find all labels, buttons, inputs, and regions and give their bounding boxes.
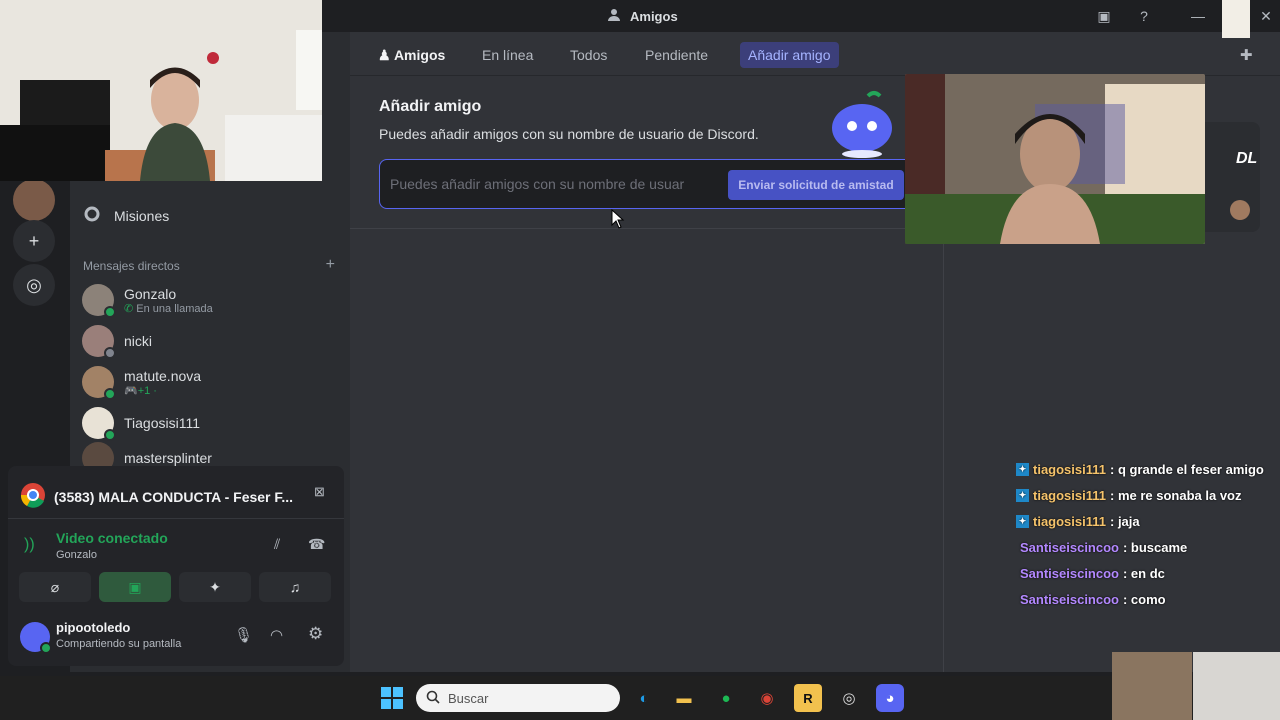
sticker-image (1112, 652, 1192, 720)
search-icon (426, 690, 440, 707)
voice-panel: (3583) MALA CONDUCTA - Feser F... ⊠ )) V… (8, 466, 344, 666)
missions-icon (82, 204, 102, 227)
prime-icon: ✦ (1016, 514, 1029, 528)
new-group-dm-icon[interactable]: ✚ (1240, 46, 1253, 64)
add-friend-box: Enviar solicitud de amistad (379, 159, 919, 209)
sticker-image (1193, 652, 1280, 720)
add-dm-icon[interactable]: + (326, 256, 335, 274)
user-area: pipootoledo Compartiendo su pantalla 🎙 ◠… (8, 610, 344, 666)
chat-message: Santiseiscincoo : como (1020, 591, 1166, 607)
avatar (1230, 200, 1250, 220)
tab-friends: ♟ Amigos (378, 47, 446, 63)
friends-icon (608, 8, 624, 25)
add-friend-title: Añadir amigo (379, 98, 482, 115)
dm-item-nicki[interactable]: nicki (82, 321, 338, 361)
noise-suppression-icon[interactable]: ⫽ (274, 536, 280, 553)
now-playing[interactable]: (3583) MALA CONDUCTA - Feser F... (20, 482, 330, 511)
friends-icon: ♟ (378, 47, 391, 63)
help-icon[interactable]: ? (1134, 6, 1154, 26)
minimize-icon[interactable]: — (1188, 6, 1208, 26)
inbox-icon[interactable]: ▣ (1094, 6, 1114, 26)
windows-taskbar: Buscar ◐ ▬ ● ◉ R ◎ ◕ (0, 652, 1280, 720)
prime-icon: ✦ (1016, 488, 1029, 502)
chat-message: Santiseiscincoo : en dc (1020, 565, 1165, 581)
signal-icon: )) (24, 536, 35, 553)
webcam-overlay-right (905, 74, 1205, 244)
dm-item-matute[interactable]: matute.nova 🎮+1 · (82, 362, 338, 402)
close-icon[interactable]: ✕ (1256, 6, 1276, 26)
server-avatar[interactable] (13, 179, 55, 221)
send-request-button[interactable]: Enviar solicitud de amistad (728, 170, 904, 200)
chat-message: ✦ tiagosisi111 : q grande el feser amigo (1016, 456, 1280, 482)
chat-message: ✦ tiagosisi111 : jaja (1016, 508, 1280, 534)
headphones-icon[interactable]: ◠ (270, 626, 283, 644)
dm-item-tiagosisi[interactable]: Tiagosisi111 (82, 403, 338, 443)
call-icon: ✆ (124, 302, 134, 315)
gamepad-icon: 🎮 (124, 384, 138, 397)
rockstar-icon[interactable]: R (794, 684, 822, 712)
spotify-icon[interactable]: ● (712, 684, 740, 712)
tab-all[interactable]: Todos (562, 42, 615, 68)
add-friend-input[interactable] (390, 172, 720, 196)
discord-icon[interactable]: ◕ (876, 684, 904, 712)
add-server-icon[interactable]: + (13, 220, 55, 262)
chrome-icon (20, 482, 46, 511)
mic-icon[interactable]: 🎙 (234, 626, 253, 644)
activities-button[interactable]: ✦ (179, 572, 251, 602)
dm-item-gonzalo[interactable]: Gonzalo ✆ En una llamada (82, 280, 338, 320)
stream-chat: ✦ tiagosisi111 : q grande el feser amigo… (1016, 456, 1280, 612)
voice-status: Video conectado (56, 530, 168, 546)
soundboard-button[interactable]: ♫ (259, 572, 331, 602)
gear-icon[interactable]: ⚙ (308, 624, 323, 644)
camera-toggle-button[interactable]: ⌀ (19, 572, 91, 602)
chat-message: Santiseiscincoo : buscame (1020, 539, 1188, 555)
avatar (82, 325, 116, 359)
add-friend-subtitle: Puedes añadir amigos con su nombre de us… (379, 126, 759, 142)
chat-message: ✦ tiagosisi111 : me re sonaba la voz (1016, 482, 1280, 508)
wumpus-mascot-icon (822, 88, 902, 158)
dm-header: Mensajes directos + (83, 256, 335, 274)
explore-icon[interactable]: ◎ (13, 264, 55, 306)
avatar (82, 284, 116, 318)
tab-pending[interactable]: Pendiente (637, 42, 716, 68)
user-status: Compartiendo su pantalla (56, 638, 182, 650)
missions-item[interactable]: Misiones (82, 204, 169, 227)
tab-online[interactable]: En línea (474, 42, 541, 68)
screen-share-button[interactable]: ▣ (99, 572, 171, 602)
edge-icon[interactable]: ◐ (630, 684, 658, 712)
avatar (82, 366, 116, 400)
taskbar-search[interactable]: Buscar (416, 684, 620, 712)
obs-icon[interactable]: ◎ (835, 684, 863, 712)
webcam-overlay-left (0, 0, 322, 181)
tab-bar: ♟ Amigos En línea Todos Pendiente Añadir… (350, 32, 1280, 76)
game-badge: DL (1236, 150, 1258, 167)
username: pipootoledo (56, 620, 131, 635)
avatar (82, 407, 116, 441)
profile-thumbnail (1222, 0, 1250, 38)
voice-channel: Gonzalo (56, 549, 97, 561)
file-explorer-icon[interactable]: ▬ (670, 684, 698, 712)
window-title: Amigos (608, 8, 678, 25)
prime-icon: ✦ (1016, 462, 1029, 476)
chrome-icon[interactable]: ◉ (753, 684, 781, 712)
stop-stream-icon[interactable]: ⊠ (314, 484, 325, 500)
disconnect-icon[interactable]: ☎ (308, 536, 325, 553)
avatar[interactable] (20, 622, 52, 654)
tab-add-friend[interactable]: Añadir amigo (740, 42, 839, 68)
mouse-cursor-icon (611, 208, 625, 229)
windows-start-icon[interactable] (378, 684, 406, 712)
